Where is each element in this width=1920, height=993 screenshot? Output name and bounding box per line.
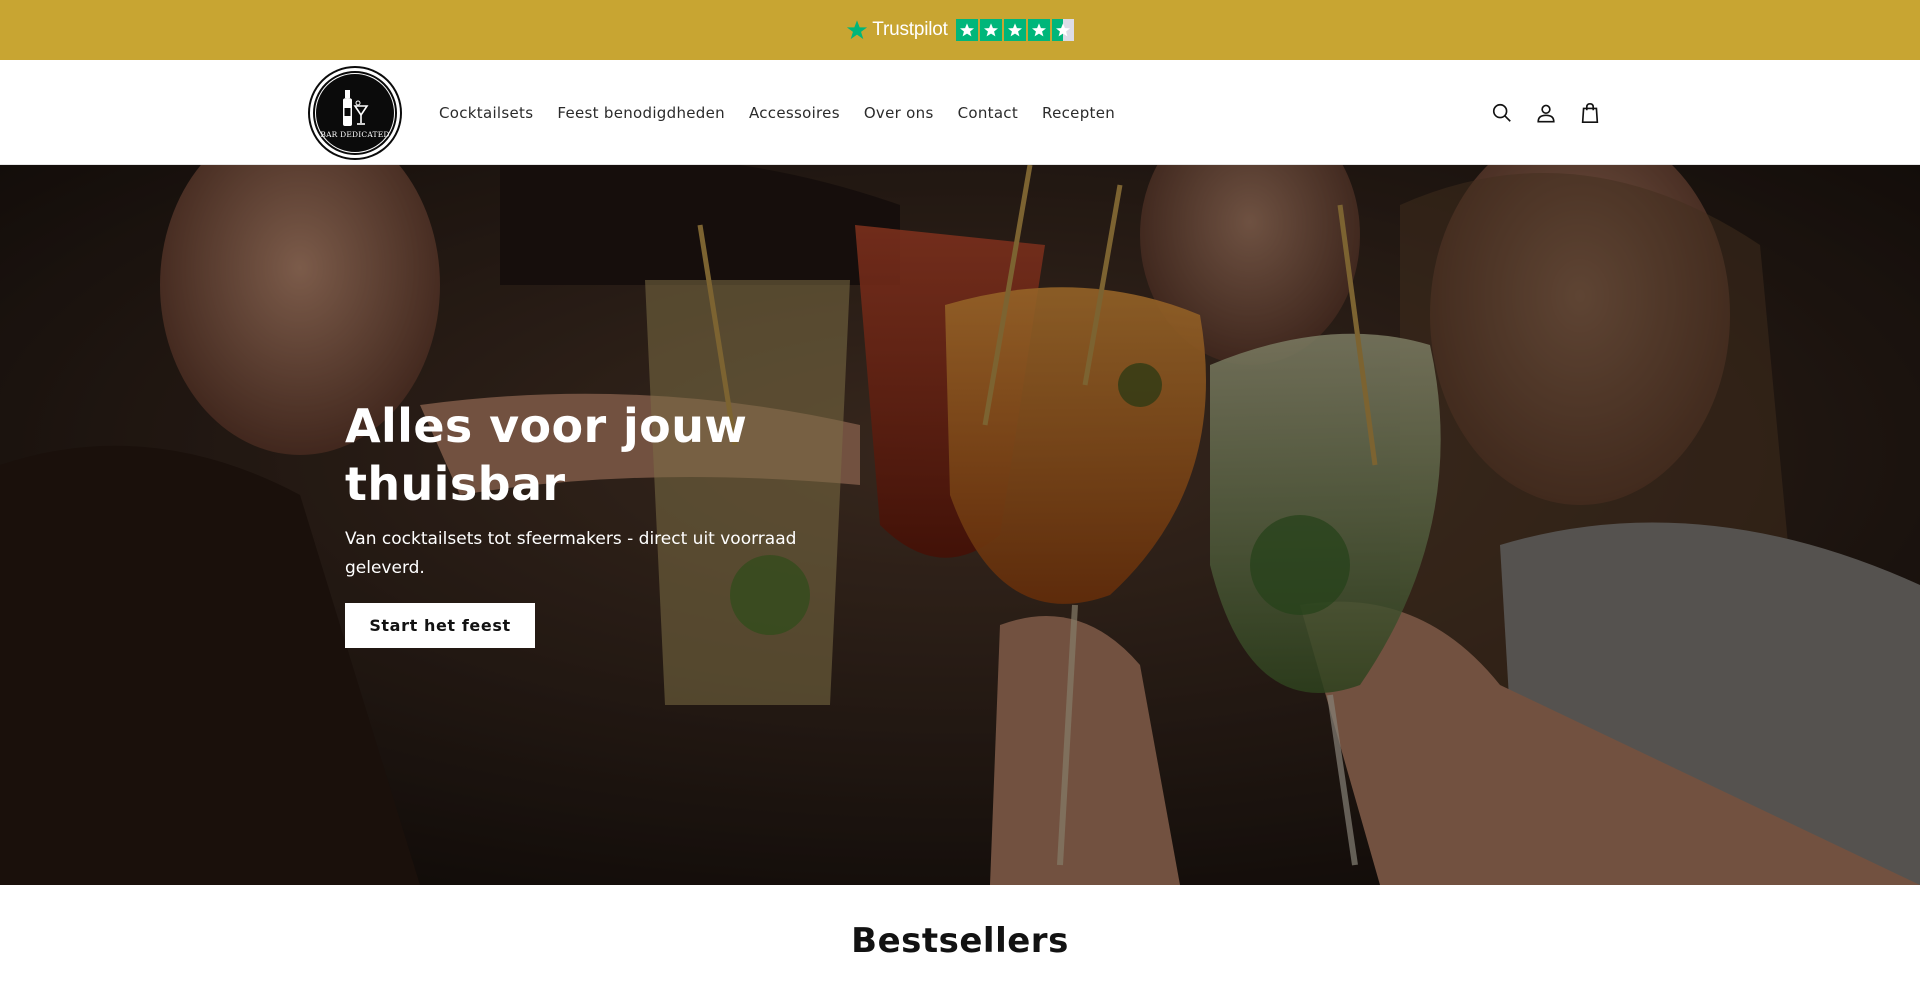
- rating-star-icon: [1027, 19, 1050, 41]
- start-het-feest-button[interactable]: Start het feest: [345, 603, 535, 648]
- hero-content: Alles voor jouw thuisbar Van cocktailset…: [345, 397, 865, 648]
- trustpilot-widget[interactable]: Trustpilot: [846, 19, 1074, 41]
- cart-icon[interactable]: [1578, 101, 1602, 125]
- hero-title: Alles voor jouw thuisbar: [345, 399, 748, 511]
- nav-item-over-ons[interactable]: Over ons: [864, 104, 934, 122]
- hero-overlay: [0, 165, 1920, 885]
- announcement-bar: Trustpilot: [0, 0, 1920, 60]
- account-icon[interactable]: [1534, 101, 1558, 125]
- rating-star-icon: [955, 19, 978, 41]
- search-icon[interactable]: [1490, 101, 1514, 125]
- logo-badge: BAR DEDICATED: [315, 73, 395, 153]
- bottle-glass-icon: [343, 89, 369, 126]
- rating-half-star-icon: [1051, 19, 1074, 41]
- nav-item-cocktailsets[interactable]: Cocktailsets: [439, 104, 533, 122]
- nav-item-feest-benodigdheden[interactable]: Feest benodigdheden: [557, 104, 725, 122]
- rating-star-icon: [979, 19, 1002, 41]
- nav-item-accessoires[interactable]: Accessoires: [749, 104, 840, 122]
- hero-banner: Alles voor jouw thuisbar Van cocktailset…: [0, 165, 1920, 885]
- main-nav: Cocktailsets Feest benodigdheden Accesso…: [439, 60, 1139, 165]
- nav-item-recepten[interactable]: Recepten: [1042, 104, 1115, 122]
- site-header: BAR DEDICATED Cocktailsets Feest benodig…: [0, 60, 1920, 165]
- bestsellers-title: Bestsellers: [851, 921, 1069, 961]
- header-icons: [1490, 60, 1602, 165]
- trustpilot-rating: [955, 19, 1074, 41]
- trustpilot-label: Trustpilot: [872, 19, 948, 40]
- trustpilot-star-icon: [847, 20, 868, 40]
- rating-star-icon: [1003, 19, 1026, 41]
- site-logo[interactable]: BAR DEDICATED: [310, 68, 400, 158]
- bestsellers-section: Bestsellers: [0, 885, 1920, 993]
- hero-subtitle: Van cocktailsets tot sfeermakers - direc…: [345, 529, 797, 578]
- nav-item-contact[interactable]: Contact: [958, 104, 1018, 122]
- logo-text: BAR DEDICATED: [320, 129, 390, 139]
